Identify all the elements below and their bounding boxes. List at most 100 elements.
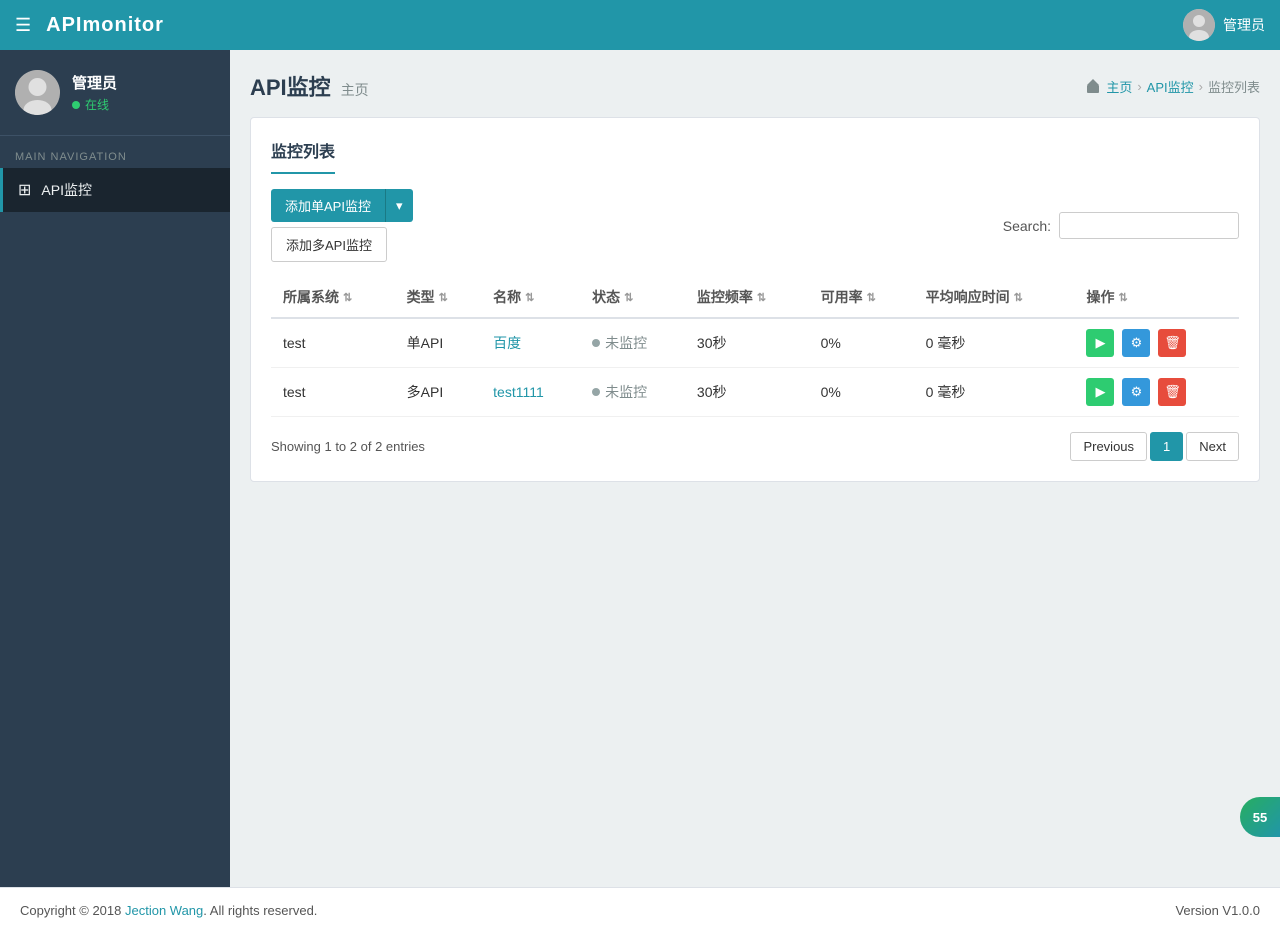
search-input[interactable] [1059,212,1239,239]
next-button[interactable]: Next [1186,432,1239,461]
sort-system-icon[interactable]: ⇅ [343,291,352,304]
cell-type-1: 多API [395,368,482,417]
cell-frequency-1: 30秒 [685,368,809,417]
page-subtitle: 主页 [341,80,369,100]
dropdown-toggle-button[interactable]: ▾ [385,189,413,222]
sort-status-icon[interactable]: ⇅ [624,291,633,304]
home-icon [1085,78,1101,94]
table-header: 所属系统 ⇅ 类型 ⇅ 名称 [271,277,1239,318]
col-avg-response: 平均响应时间 ⇅ [914,277,1075,318]
breadcrumb: 主页 › API监控 › 监控列表 [1085,77,1260,96]
breadcrumb-api-monitor[interactable]: API监控 [1147,77,1194,96]
play-button-1[interactable]: ▶ [1086,378,1114,406]
layout: 管理员 在线 MAIN NAVIGATION ⊞ API监控 API监控 主页 … [0,50,1280,887]
cell-avg-response-0: 0 毫秒 [914,318,1075,368]
breadcrumb-current: 监控列表 [1208,77,1260,96]
cell-name-0: 百度 [481,318,580,368]
topbar: ☰ APImonitor 管理员 [0,0,1280,50]
page-1-button[interactable]: 1 [1150,432,1183,461]
topbar-user-menu[interactable]: 管理员 [1183,9,1265,41]
pagination: Previous 1 Next [1070,432,1239,461]
status-label-0: 未监控 [605,333,647,353]
col-availability: 可用率 ⇅ [809,277,914,318]
table-row: test 单API 百度 未监控 30秒 0% 0 毫秒 ▶ ⚙ 🗑 [271,318,1239,368]
col-actions: 操作 ⇅ [1074,277,1239,318]
sort-avg-response-icon[interactable]: ⇅ [1014,291,1023,304]
hamburger-button[interactable]: ☰ [15,15,31,36]
table-footer: Showing 1 to 2 of 2 entries Previous 1 N… [271,432,1239,461]
status-dot-1 [592,388,600,396]
card-title: 监控列表 [271,138,335,174]
grid-icon: ⊞ [18,180,31,200]
author-link[interactable]: Jection Wang [125,903,203,918]
add-single-api-button[interactable]: 添加单API监控 [271,189,385,222]
add-button-container: 添加单API监控 ▾ 添加多API监控 [271,189,413,262]
main-content: API监控 主页 主页 › API监控 › 监控列表 监控列表 添加单API监控 [230,50,1280,887]
page-title: API监控 [250,70,331,102]
cell-avg-response-1: 0 毫秒 [914,368,1075,417]
cell-name-1: test1111 [481,368,580,417]
search-area: Search: [1003,212,1239,239]
floating-badge[interactable]: 55 [1240,797,1280,837]
api-name-link-1[interactable]: test1111 [493,384,544,400]
dropdown-menu-area: 添加多API监控 [271,227,413,262]
sort-type-icon[interactable]: ⇅ [439,291,448,304]
status-text: 在线 [85,96,109,113]
sidebar-avatar [15,70,60,115]
rights-text: . All rights reserved. [203,903,317,918]
sort-name-icon[interactable]: ⇅ [525,291,534,304]
status-dot-0 [592,339,600,347]
settings-button-1[interactable]: ⚙ [1122,378,1150,406]
settings-button-0[interactable]: ⚙ [1122,329,1150,357]
sidebar-profile: 管理员 在线 [0,50,230,136]
api-name-link-0[interactable]: 百度 [493,335,521,351]
sidebar-nav-label: MAIN NAVIGATION [0,136,230,168]
monitor-table: 所属系统 ⇅ 类型 ⇅ 名称 [271,277,1239,417]
cell-actions-0: ▶ ⚙ 🗑 [1074,318,1239,368]
sidebar-username: 管理员 [72,72,117,93]
col-name: 名称 ⇅ [481,277,580,318]
table-row: test 多API test1111 未监控 30秒 0% 0 毫秒 ▶ ⚙ 🗑 [271,368,1239,417]
delete-button-0[interactable]: 🗑 [1158,329,1186,357]
cell-system-1: test [271,368,395,417]
monitor-list-card: 监控列表 添加单API监控 ▾ 添加多API监控 Search: [250,117,1260,482]
copyright-text: Copyright © 2018 [20,903,125,918]
search-label: Search: [1003,218,1051,234]
sidebar: 管理员 在线 MAIN NAVIGATION ⊞ API监控 [0,50,230,887]
cell-type-0: 单API [395,318,482,368]
sort-actions-icon[interactable]: ⇅ [1118,291,1127,304]
cell-availability-0: 0% [809,318,914,368]
cell-availability-1: 0% [809,368,914,417]
cell-actions-1: ▶ ⚙ 🗑 [1074,368,1239,417]
footer: Copyright © 2018 Jection Wang. All right… [0,887,1280,933]
cell-frequency-0: 30秒 [685,318,809,368]
sort-availability-icon[interactable]: ⇅ [867,291,876,304]
app-brand: APImonitor [46,14,164,37]
sidebar-status: 在线 [72,96,117,113]
table-info: Showing 1 to 2 of 2 entries [271,439,425,454]
page-title-area: API监控 主页 [250,70,369,102]
col-type: 类型 ⇅ [395,277,482,318]
col-frequency: 监控频率 ⇅ [685,277,809,318]
delete-button-1[interactable]: 🗑 [1158,378,1186,406]
toolbar: 添加单API监控 ▾ 添加多API监控 Search: [271,189,1239,262]
cell-status-1: 未监控 [580,368,685,417]
table-body: test 单API 百度 未监控 30秒 0% 0 毫秒 ▶ ⚙ 🗑 test [271,318,1239,417]
add-button-group: 添加单API监控 ▾ [271,189,413,222]
topbar-username: 管理员 [1223,15,1265,35]
footer-copyright: Copyright © 2018 Jection Wang. All right… [20,903,317,918]
topbar-avatar [1183,9,1215,41]
breadcrumb-home[interactable]: 主页 [1106,77,1132,96]
page-header: API监控 主页 主页 › API监控 › 监控列表 [250,70,1260,102]
play-button-0[interactable]: ▶ [1086,329,1114,357]
sidebar-item-label-api-monitor: API监控 [41,180,92,200]
previous-button[interactable]: Previous [1070,432,1147,461]
cell-system-0: test [271,318,395,368]
add-multi-api-button[interactable]: 添加多API监控 [271,227,387,262]
sidebar-item-api-monitor[interactable]: ⊞ API监控 [0,168,230,212]
sort-frequency-icon[interactable]: ⇅ [757,291,766,304]
status-online-dot [72,101,80,109]
version-text: Version V1.0.0 [1175,903,1260,918]
status-label-1: 未监控 [605,382,647,402]
col-system: 所属系统 ⇅ [271,277,395,318]
